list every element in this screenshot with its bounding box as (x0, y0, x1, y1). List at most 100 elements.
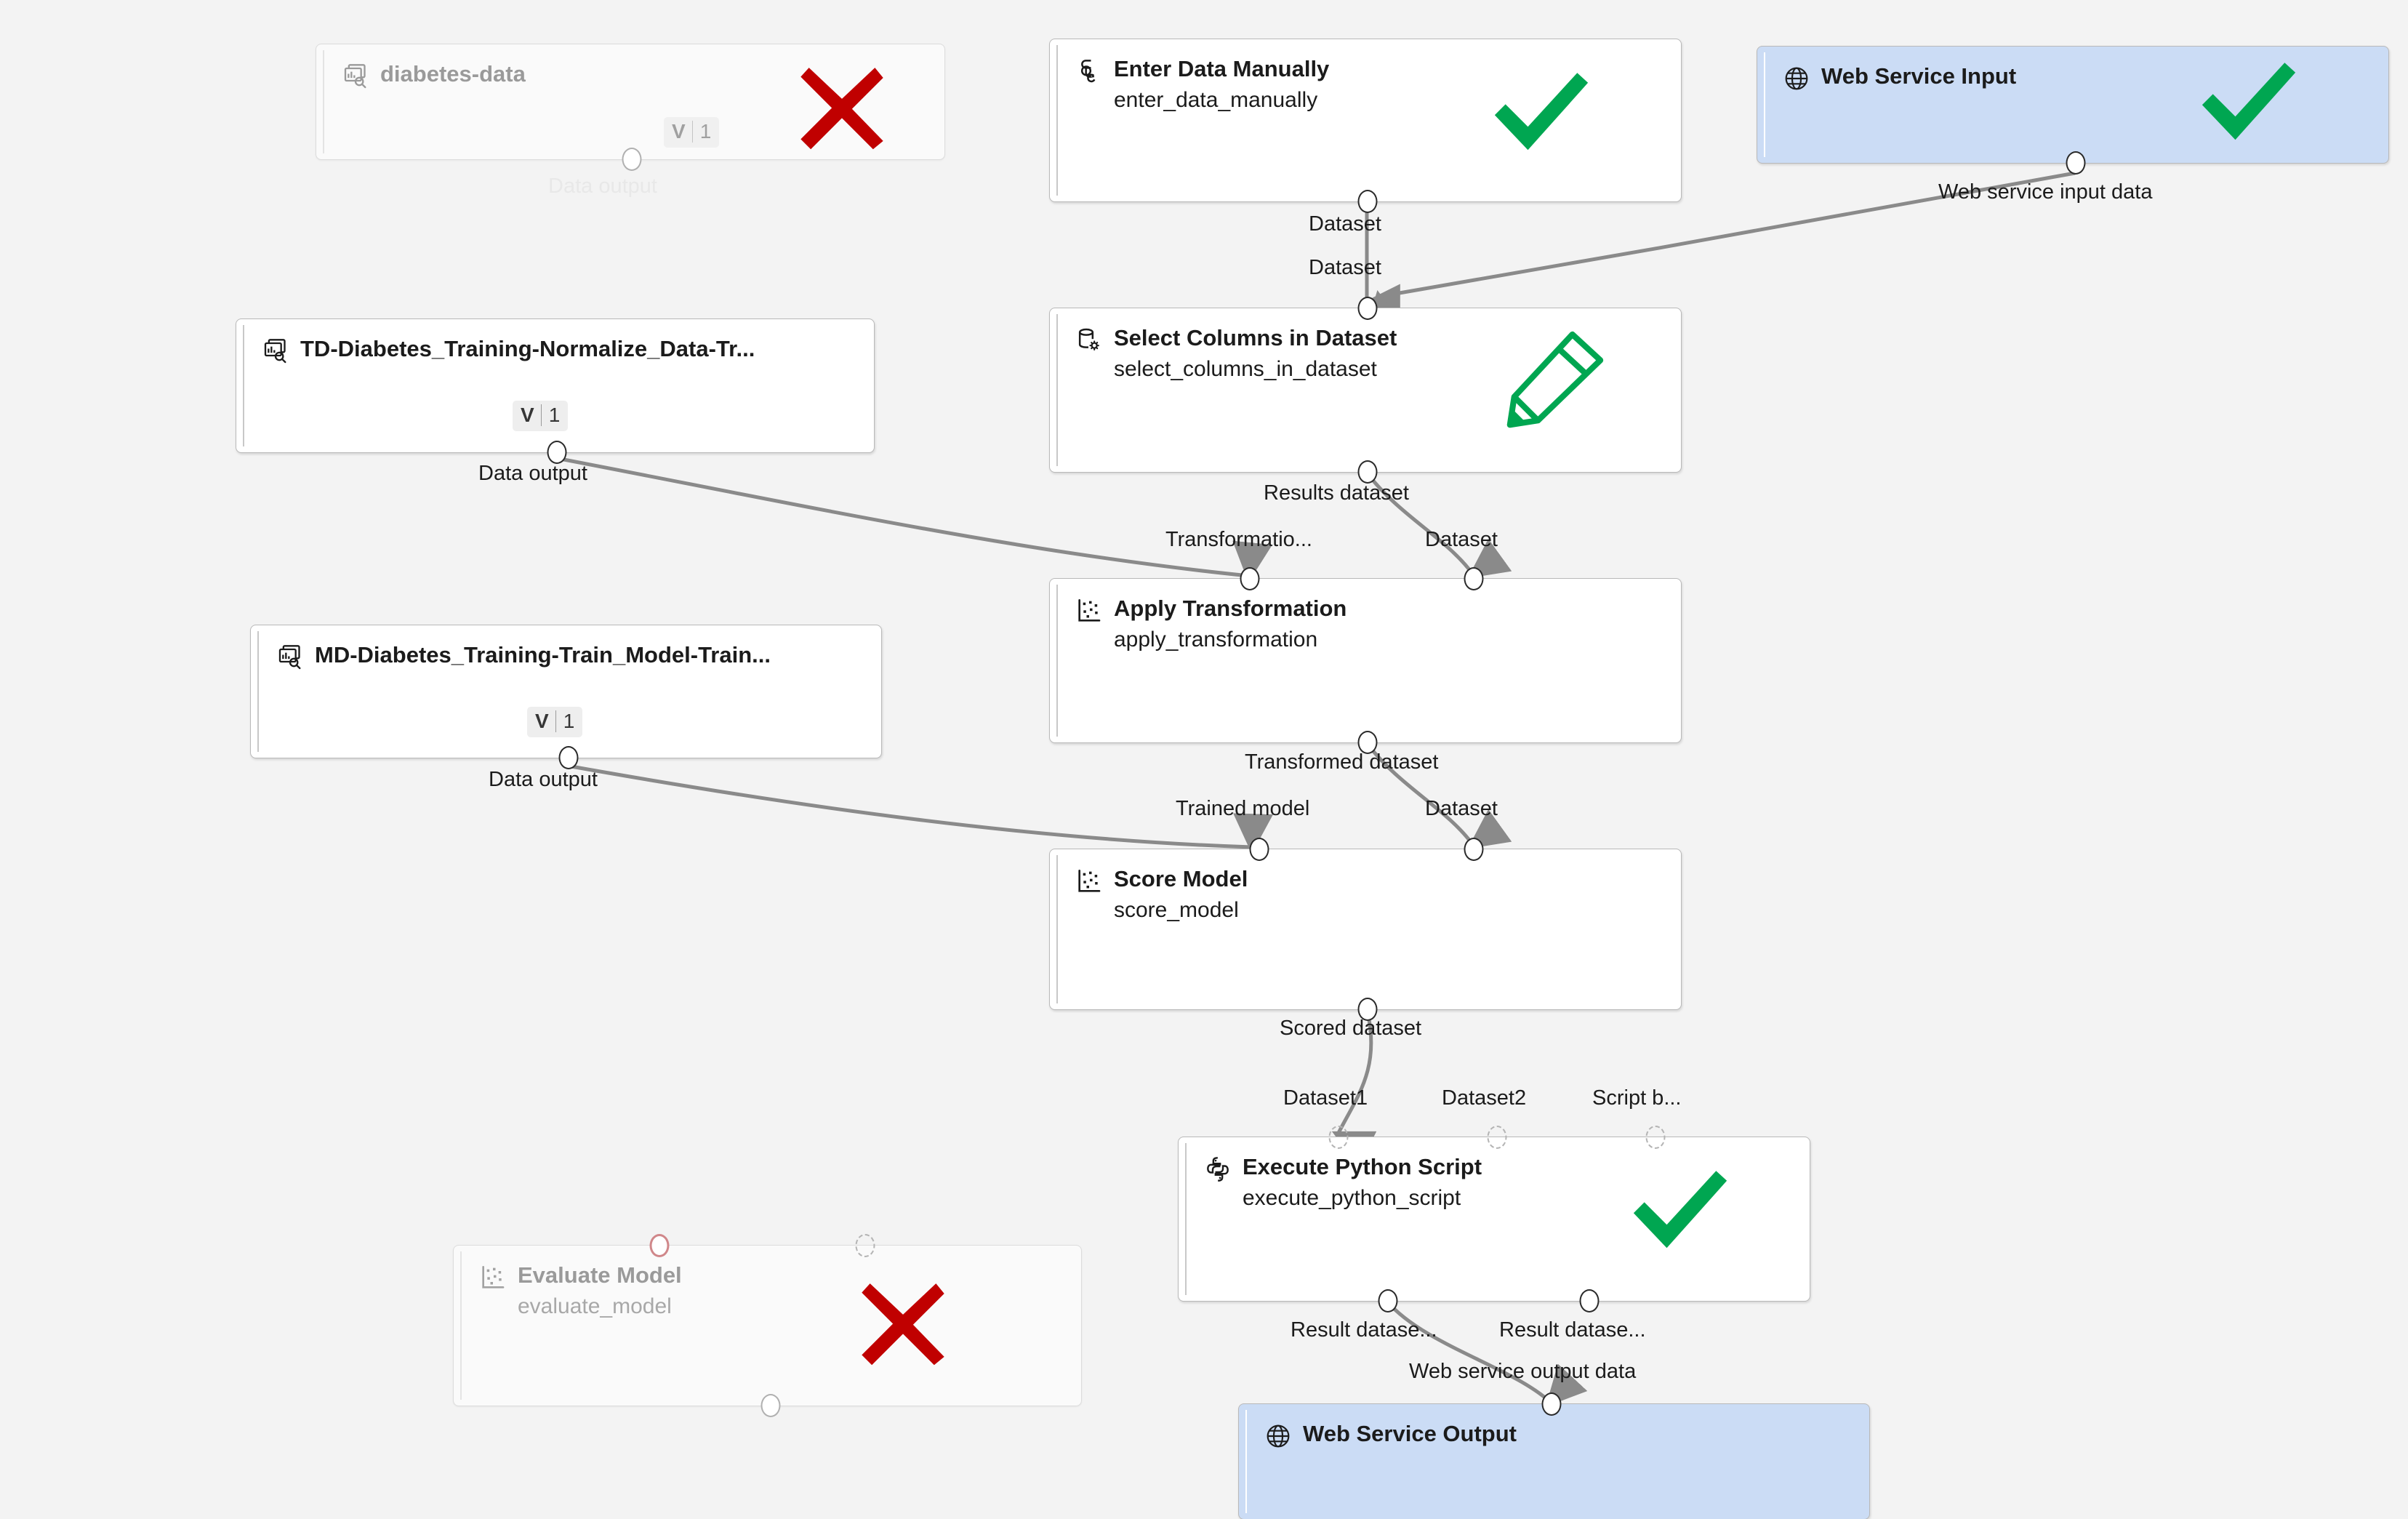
input-port-scored-dataset[interactable] (649, 1234, 670, 1257)
globe-icon (1264, 1422, 1293, 1451)
input-port-transformation-directory[interactable] (1240, 567, 1260, 590)
node-subtitle: evaluate_model (518, 1294, 672, 1318)
node-title: Score Model (1114, 866, 1248, 891)
port-label-python-in-1: Dataset1 (1283, 1086, 1368, 1110)
edge-mdtrainmodel-to-scoremodel (566, 763, 1274, 854)
dataset-icon (341, 62, 370, 91)
output-port-results-dataset[interactable] (1357, 460, 1378, 484)
port-label-score-model-in-1: Trained model (1176, 797, 1310, 820)
edge-pythonscript-to-webserviceoutput (1386, 1300, 1588, 1407)
port-label-python-in-3: Script b... (1592, 1086, 1682, 1110)
input-port-dataset[interactable] (1357, 297, 1378, 320)
node-accent-bar (460, 1251, 462, 1400)
success-check-icon (1626, 1165, 1734, 1256)
success-check-icon (2195, 57, 2303, 148)
port-label-diabetes-data-output: Data output (548, 175, 657, 198)
success-check-icon (1488, 67, 1595, 158)
error-x-icon (796, 60, 888, 152)
node-execute-python-script[interactable]: Execute Python Script execute_python_scr… (1178, 1126, 1810, 1312)
input-port-web-service-output-data[interactable] (1541, 1392, 1562, 1416)
port-label-web-service-output-in: Web service output data (1409, 1360, 1637, 1383)
output-port-data-output[interactable] (558, 746, 579, 769)
input-port-dataset1[interactable] (1328, 1126, 1349, 1149)
output-port-result-dataset1[interactable] (1378, 1289, 1398, 1312)
version-label: V (521, 404, 534, 426)
pencil-edit-icon (1499, 327, 1607, 436)
output-port-web-service-input-data[interactable] (2066, 151, 2086, 175)
node-score-model[interactable]: Score Model score_model (1049, 838, 1682, 1021)
input-port-dataset2[interactable] (1487, 1126, 1507, 1149)
node-title: Web Service Input (1821, 63, 2017, 89)
port-label-python-out-2: Result datase... (1499, 1318, 1646, 1342)
output-port-result-dataset2[interactable] (1579, 1289, 1600, 1312)
output-port-dataset[interactable] (1357, 190, 1378, 213)
node-title: MD-Diabetes_Training-Train_Model-Train..… (315, 642, 771, 668)
node-title: Execute Python Script (1243, 1154, 1482, 1179)
node-md-diabetes-training-train-model[interactable]: MD-Diabetes_Training-Train_Model-Train..… (250, 625, 882, 769)
input-port-script-bundle[interactable] (1645, 1126, 1666, 1149)
version-badge: V 1 (527, 707, 583, 737)
node-accent-bar (1764, 52, 1765, 157)
version-number: 1 (563, 710, 575, 732)
node-accent-bar (1056, 585, 1058, 737)
enter-data-icon (1075, 57, 1104, 86)
node-subtitle: select_columns_in_dataset (1114, 356, 1377, 381)
node-title: TD-Diabetes_Training-Normalize_Data-Tr..… (300, 336, 755, 361)
input-port-dataset[interactable] (1464, 838, 1484, 861)
database-gear-icon (1075, 326, 1104, 355)
port-label-select-columns-in: Dataset (1309, 256, 1381, 279)
node-td-diabetes-training-normalize[interactable]: TD-Diabetes_Training-Normalize_Data-Tr..… (236, 318, 875, 464)
port-label-web-service-input-out: Web service input data (1938, 180, 2153, 204)
node-web-service-input[interactable]: Web Service Input (1757, 46, 2389, 175)
node-title: Web Service Output (1303, 1421, 1517, 1446)
node-subtitle: enter_data_manually (1114, 87, 1318, 112)
port-label-score-model-out: Scored dataset (1280, 1017, 1422, 1040)
scatter-icon (478, 1263, 507, 1292)
node-enter-data-manually[interactable]: Enter Data Manually enter_data_manually (1049, 39, 1682, 213)
pipeline-canvas[interactable]: diabetes-data V 1 Data output Enter Data… (0, 0, 2408, 1519)
port-label-apply-transformation-out: Transformed dataset (1245, 750, 1439, 774)
scatter-icon (1075, 596, 1104, 625)
edge-tdnormalize-to-applytransformation (555, 456, 1272, 583)
node-diabetes-data[interactable]: diabetes-data V 1 (316, 44, 945, 171)
output-port-evaluation-results[interactable] (760, 1394, 781, 1417)
output-port-transformed-dataset[interactable] (1357, 731, 1378, 754)
port-label-enter-data-out: Dataset (1309, 212, 1381, 236)
output-port-data-output[interactable] (622, 148, 642, 171)
output-port-scored-dataset[interactable] (1357, 998, 1378, 1021)
node-accent-bar (1245, 1410, 1247, 1513)
version-number: 1 (699, 120, 712, 143)
node-web-service-output[interactable]: Web Service Output (1238, 1392, 1870, 1519)
input-port-scored-dataset-to-compare[interactable] (855, 1234, 875, 1257)
node-accent-bar (1056, 855, 1058, 1003)
port-label-python-out-1: Result datase... (1291, 1318, 1437, 1342)
node-accent-bar (243, 325, 244, 446)
output-port-data-output[interactable] (547, 441, 567, 464)
port-label-score-model-in-2: Dataset (1425, 797, 1498, 820)
port-label-apply-transformation-in-2: Dataset (1425, 528, 1498, 551)
input-port-dataset[interactable] (1464, 567, 1484, 590)
input-port-trained-model[interactable] (1249, 838, 1269, 861)
globe-icon (1782, 64, 1811, 93)
version-label: V (672, 120, 686, 143)
node-accent-bar (257, 631, 259, 752)
version-number: 1 (548, 404, 561, 426)
node-apply-transformation[interactable]: Apply Transformation apply_transformatio… (1049, 567, 1682, 754)
error-x-icon (857, 1276, 949, 1368)
node-select-columns-in-dataset[interactable]: Select Columns in Dataset select_columns… (1049, 297, 1682, 484)
dataset-icon (261, 337, 290, 366)
scatter-icon (1075, 867, 1104, 896)
node-title: Select Columns in Dataset (1114, 325, 1397, 350)
node-evaluate-model[interactable]: Evaluate Model evaluate_model (453, 1234, 1082, 1417)
dataset-icon (276, 643, 305, 672)
node-subtitle: execute_python_script (1243, 1185, 1461, 1210)
port-label-select-columns-out: Results dataset (1264, 481, 1409, 505)
node-title: Apply Transformation (1114, 596, 1347, 621)
node-subtitle: score_model (1114, 897, 1239, 922)
node-subtitle: apply_transformation (1114, 627, 1318, 652)
node-accent-bar (323, 50, 324, 153)
version-badge: V 1 (513, 401, 569, 431)
node-title: diabetes-data (380, 61, 526, 87)
version-label: V (535, 710, 549, 732)
node-accent-bar (1056, 314, 1058, 466)
